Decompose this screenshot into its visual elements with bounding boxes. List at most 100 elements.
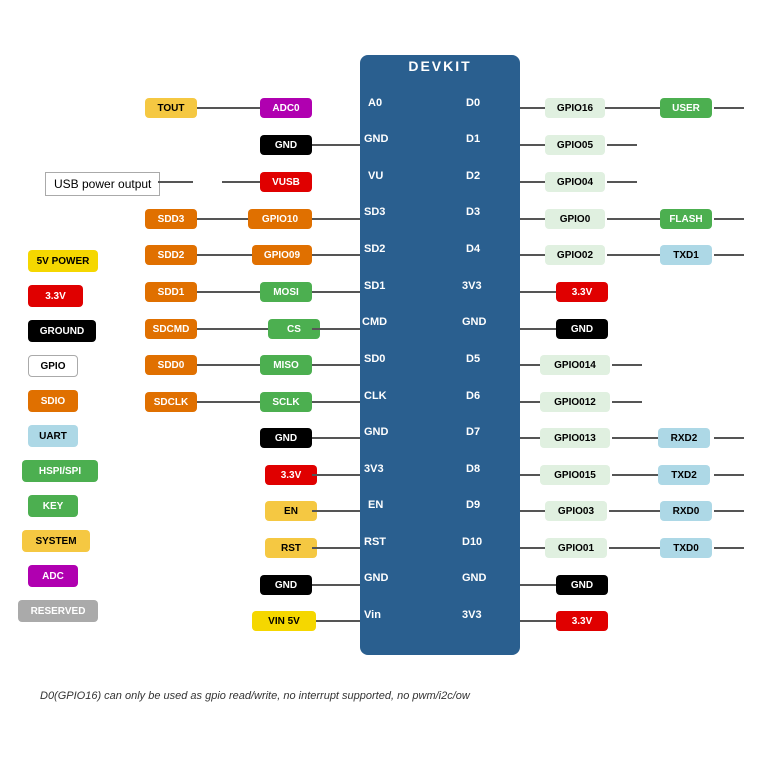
badge-gpio012: GPIO012 — [540, 392, 610, 412]
badge-key-side: KEY — [28, 495, 78, 517]
line-txd0-r — [714, 547, 744, 549]
badge-sdd3: SDD3 — [145, 209, 197, 229]
diagram: DEVKIT A0 GND VU SD3 SD2 SD1 CMD SD0 CLK… — [0, 0, 775, 775]
line-txd1-r — [714, 254, 744, 256]
line-sdd0 — [197, 364, 260, 366]
badge-gnd2: GND — [260, 428, 312, 448]
badge-flash: FLASH — [660, 209, 712, 229]
badge-gpio00: GPIO0 — [545, 209, 605, 229]
line-mosi — [312, 291, 360, 293]
line-gpio16-l — [520, 107, 545, 109]
badge-gpio09: GPIO09 — [252, 245, 312, 265]
line-v33-2-l — [520, 291, 556, 293]
chip-pin-sd2: SD2 — [364, 243, 385, 255]
line-gnd1 — [312, 144, 360, 146]
line-sclk — [312, 401, 360, 403]
line-gpio015-l — [520, 474, 540, 476]
line-v33-3-l — [520, 620, 556, 622]
chip-pin-d9: D9 — [466, 499, 480, 511]
chip-pin-gnd1: GND — [364, 133, 388, 145]
line-gpio04-l — [520, 181, 545, 183]
line-sdd1 — [197, 291, 260, 293]
chip-pin-gnd3: GND — [364, 572, 388, 584]
line-user-r — [714, 107, 744, 109]
badge-rxd2: RXD2 — [658, 428, 710, 448]
usb-label: USB power output — [45, 172, 160, 196]
line-gpio09 — [312, 254, 360, 256]
badge-ground-side: GROUND — [28, 320, 96, 342]
badge-miso: MISO — [260, 355, 312, 375]
badge-gpio04: GPIO04 — [545, 172, 605, 192]
line-vin5v — [316, 620, 360, 622]
badge-gpio01: GPIO01 — [545, 538, 607, 558]
badge-txd1: TXD1 — [660, 245, 712, 265]
line-gpio01-l — [520, 547, 545, 549]
chip-title: DEVKIT — [360, 58, 520, 74]
line-usb-vusb — [222, 181, 260, 183]
chip-pin-sd0: SD0 — [364, 353, 385, 365]
line-gpio014-r — [612, 364, 642, 366]
chip-pin-clk: CLK — [364, 390, 387, 402]
line-sdd3 — [197, 218, 248, 220]
line-gpio03-r — [609, 510, 660, 512]
chip-pin-sd3: SD3 — [364, 206, 385, 218]
badge-adc0: ADC0 — [260, 98, 312, 118]
line-gpio00-r — [607, 218, 660, 220]
line-gnd-r1-l — [520, 328, 556, 330]
line-sdclk — [197, 401, 260, 403]
badge-v33-3: 3.3V — [556, 611, 608, 631]
chip-pin-rst: RST — [364, 536, 386, 548]
badge-gpio16: GPIO16 — [545, 98, 605, 118]
badge-gpio013: GPIO013 — [540, 428, 610, 448]
line-gpio02-l — [520, 254, 545, 256]
badge-gnd-r2: GND — [556, 575, 608, 595]
badge-gpio014: GPIO014 — [540, 355, 610, 375]
line-rxd2-r — [714, 437, 744, 439]
badge-rst: RST — [265, 538, 317, 558]
badge-mosi: MOSI — [260, 282, 312, 302]
chip-pin-d7: D7 — [466, 426, 480, 438]
badge-sdd0: SDD0 — [145, 355, 197, 375]
badge-gnd3: GND — [260, 575, 312, 595]
badge-rxd0: RXD0 — [660, 501, 712, 521]
line-rst — [312, 547, 360, 549]
badge-gpio-side: GPIO — [28, 355, 78, 377]
badge-txd2: TXD2 — [658, 465, 710, 485]
chip-pin-gndr: GND — [462, 316, 486, 328]
badge-vin5v: VIN 5V — [252, 611, 316, 631]
badge-v33-side: 3.3V — [28, 285, 83, 307]
line-gpio013-r — [612, 437, 658, 439]
badge-sclk: SCLK — [260, 392, 312, 412]
line-gnd2 — [312, 437, 360, 439]
badge-gpio015: GPIO015 — [540, 465, 610, 485]
chip-pin-d2: D2 — [466, 170, 480, 182]
chip-pin-3v3l: 3V3 — [364, 463, 384, 475]
badge-gpio05: GPIO05 — [545, 135, 605, 155]
line-gpio00-l — [520, 218, 545, 220]
chip-pin-d0: D0 — [466, 97, 480, 109]
line-rxd0-r — [714, 510, 744, 512]
chip-pin-vin: Vin — [364, 609, 381, 621]
badge-hspi-side: HSPI/SPI — [22, 460, 98, 482]
badge-v33-2: 3.3V — [556, 282, 608, 302]
badge-system-side: SYSTEM — [22, 530, 90, 552]
line-tout-adc0 — [197, 107, 260, 109]
badge-gnd1: GND — [260, 135, 312, 155]
badge-sdclk: SDCLK — [145, 392, 197, 412]
line-usb-label — [158, 181, 193, 183]
chip-pin-sd1: SD1 — [364, 280, 385, 292]
chip-pin-d4: D4 — [466, 243, 480, 255]
line-gnd3 — [312, 584, 360, 586]
badge-gnd-r1: GND — [556, 319, 608, 339]
line-cs — [312, 328, 360, 330]
badge-sdd1: SDD1 — [145, 282, 197, 302]
chip-pin-d10: D10 — [462, 536, 482, 548]
line-sdcmd — [197, 328, 268, 330]
line-gpio013-l — [520, 437, 540, 439]
chip-pin-cmd: CMD — [362, 316, 387, 328]
line-gpio015-r — [612, 474, 658, 476]
badge-en: EN — [265, 501, 317, 521]
badge-vusb: VUSB — [260, 172, 312, 192]
chip-pin-gndr2: GND — [462, 572, 486, 584]
badge-adc-side: ADC — [28, 565, 78, 587]
